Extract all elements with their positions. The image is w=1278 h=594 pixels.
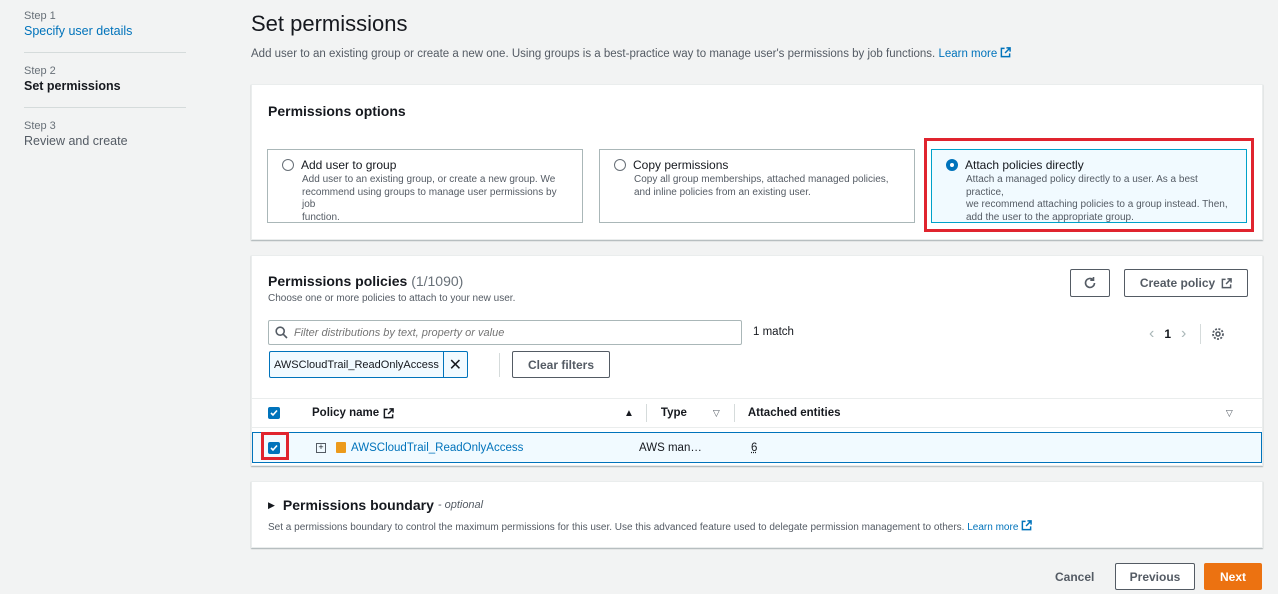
filter-input[interactable]	[294, 326, 734, 339]
boundary-description: Set a permissions boundary to control th…	[268, 520, 1033, 533]
option-desc-line: Copy all group memberships, attached man…	[634, 174, 889, 185]
page-description-text: Add user to an existing group or create …	[251, 48, 936, 60]
option-desc-line: and inline policies from an existing use…	[634, 186, 811, 198]
filter-input-box[interactable]	[268, 320, 742, 345]
boundary-optional: - optional	[437, 499, 484, 511]
external-link-icon	[1221, 277, 1233, 288]
remove-token-close-icon[interactable]: ✕	[442, 352, 467, 377]
sort-icon[interactable]: ▽	[1226, 408, 1233, 419]
page-number[interactable]: 1	[1164, 327, 1171, 341]
step-divider	[24, 52, 186, 53]
external-link-icon	[1022, 520, 1033, 531]
option-desc-line: recommend using groups to manage user pe…	[302, 186, 557, 211]
highlight-box	[924, 138, 1254, 232]
boundary-description-text: Set a permissions boundary to control th…	[268, 522, 965, 533]
policies-title: Permissions policies	[268, 273, 408, 289]
aws-managed-policy-icon	[336, 442, 346, 453]
column-divider	[733, 404, 735, 422]
select-all-checkbox[interactable]	[268, 407, 280, 419]
highlight-box	[261, 432, 289, 460]
expand-row-icon[interactable]: +	[316, 442, 326, 453]
policies-subtitle: Choose one or more policies to attach to…	[268, 293, 516, 304]
refresh-button[interactable]	[1070, 269, 1110, 297]
column-divider	[645, 404, 647, 422]
match-count: 1 match	[753, 326, 794, 338]
page-title: Set permissions	[251, 11, 408, 36]
settings-gear-icon[interactable]	[1211, 327, 1225, 341]
create-policy-label: Create policy	[1139, 276, 1216, 290]
boundary-learn-more-link[interactable]: Learn more	[967, 520, 1033, 533]
cancel-button[interactable]: Cancel	[1055, 570, 1094, 584]
learn-more-link[interactable]: Learn more	[938, 47, 1012, 60]
step-1-label: Step 1	[24, 10, 56, 22]
previous-button[interactable]: Previous	[1115, 563, 1195, 590]
permissions-options-title: Permissions options	[268, 103, 406, 119]
radio-button[interactable]	[282, 159, 294, 171]
filter-token: AWSCloudTrail_ReadOnlyAccess ✕	[269, 351, 468, 378]
sort-ascending-icon[interactable]: ▲	[624, 408, 634, 419]
option-description: Add user to an existing group, or create…	[302, 174, 568, 224]
sort-icon[interactable]: ▽	[713, 408, 720, 419]
token-divider	[499, 353, 500, 377]
next-page-icon[interactable]: ›	[1181, 325, 1186, 343]
option-desc-line: function.	[302, 211, 340, 223]
policies-count: (1/1090)	[411, 273, 464, 289]
col-policy-name[interactable]: Policy name	[312, 407, 624, 419]
next-button[interactable]: Next	[1204, 563, 1262, 590]
step-1-link[interactable]: Specify user details	[24, 24, 190, 38]
boundary-title: Permissions boundary	[282, 497, 434, 513]
prev-page-icon[interactable]: ‹	[1149, 325, 1154, 343]
create-policy-button[interactable]: Create policy	[1124, 269, 1248, 297]
step-3-label: Step 3	[24, 120, 56, 132]
option-desc-line: Add user to an existing group, or create…	[302, 174, 556, 185]
external-link-icon	[383, 407, 394, 418]
wizard-steps-nav: Step 1 Specify user details Step 2 Set p…	[0, 0, 200, 148]
option-title: Copy permissions	[633, 158, 729, 172]
step-2-current: Set permissions	[24, 79, 121, 93]
option-copy-permissions[interactable]: Copy permissions Copy all group membersh…	[599, 149, 915, 223]
step-divider	[24, 107, 186, 108]
step-2-label: Step 2	[24, 65, 56, 77]
radio-button[interactable]	[614, 159, 626, 171]
option-title: Add user to group	[301, 158, 397, 172]
learn-more-label: Learn more	[938, 48, 998, 60]
permissions-policies-panel: Permissions policies (1/1090) Choose one…	[251, 255, 1263, 466]
col-type[interactable]: Type	[661, 407, 713, 419]
col-attached-entities[interactable]: Attached entities	[748, 407, 1226, 419]
filter-token-label: AWSCloudTrail_ReadOnlyAccess	[274, 358, 439, 371]
table-row[interactable]: + AWSCloudTrail_ReadOnlyAccess AWS man… …	[252, 432, 1262, 463]
policies-header: Permissions policies (1/1090)	[268, 273, 463, 289]
option-description: Copy all group memberships, attached man…	[634, 174, 900, 199]
learn-more-label: Learn more	[967, 522, 1019, 533]
expand-caret-icon[interactable]: ▶	[268, 500, 275, 511]
page-description: Add user to an existing group or create …	[251, 47, 1012, 60]
pagination-divider	[1200, 324, 1202, 344]
external-link-icon	[1000, 47, 1012, 58]
search-icon	[275, 326, 288, 339]
attached-entities-count[interactable]: 6	[751, 442, 757, 454]
refresh-icon	[1084, 277, 1096, 289]
permissions-boundary-panel: ▶ Permissions boundary - optional Set a …	[251, 481, 1263, 548]
table-header: Policy name ▲ Type ▽ Attached entities ▽	[252, 398, 1262, 428]
pagination: ‹ 1 ›	[1149, 324, 1225, 344]
step-3-name: Review and create	[24, 134, 128, 148]
clear-filters-button[interactable]: Clear filters	[512, 351, 610, 378]
checkmark-icon	[270, 409, 278, 417]
col-policy-name-label: Policy name	[312, 407, 380, 419]
option-add-user-to-group[interactable]: Add user to group Add user to an existin…	[267, 149, 583, 223]
policy-name-link[interactable]: AWSCloudTrail_ReadOnlyAccess	[351, 442, 639, 454]
policy-type: AWS man…	[639, 441, 702, 454]
boundary-header[interactable]: ▶ Permissions boundary - optional	[268, 497, 483, 513]
